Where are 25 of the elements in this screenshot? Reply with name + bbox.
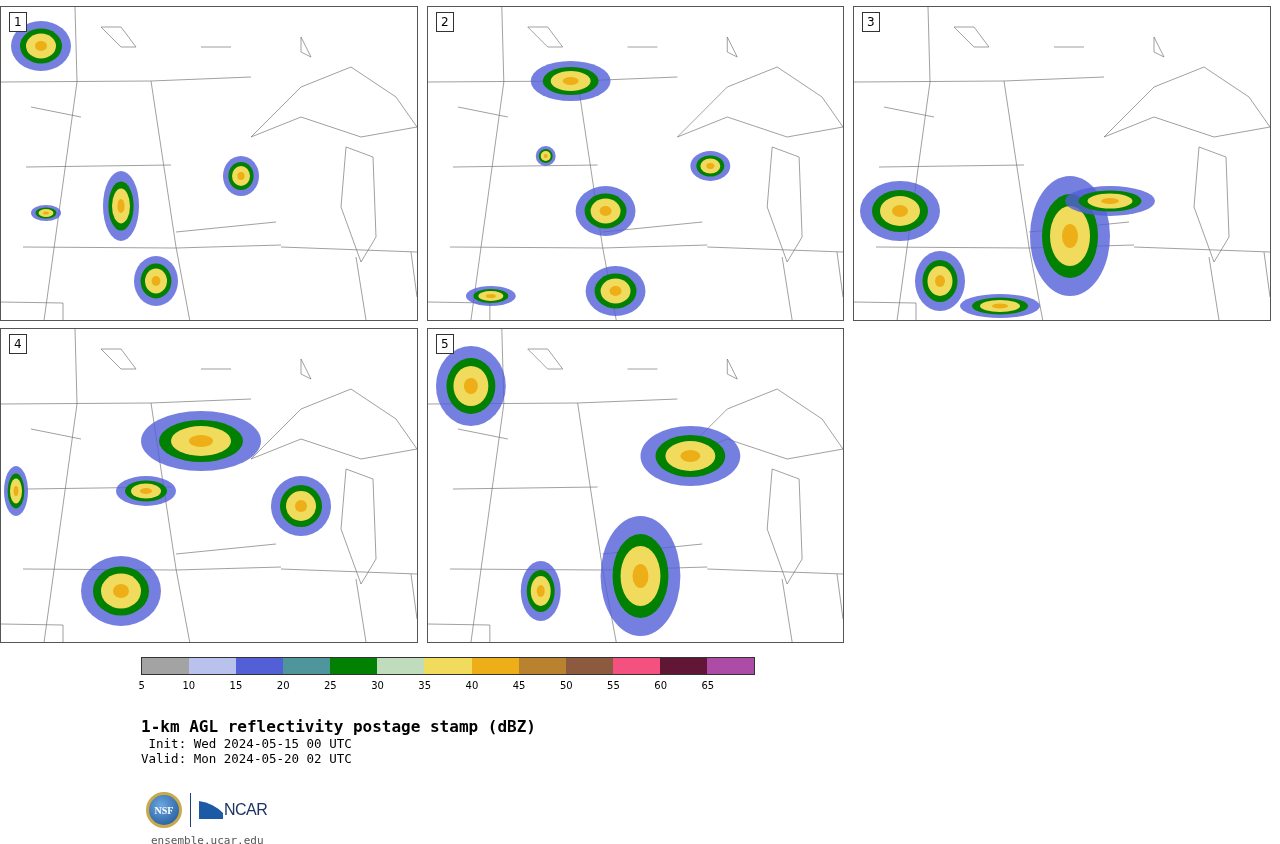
tick-label: 10	[181, 680, 197, 691]
panel-number: 2	[436, 12, 454, 32]
tick-label: 20	[275, 680, 291, 691]
tick-label: 50	[558, 680, 574, 691]
tick-label: 15	[228, 680, 244, 691]
tick-label: 65	[700, 680, 716, 691]
valid-time: Valid: Mon 2024-05-20 02 UTC	[141, 751, 353, 766]
swoosh-logo-icon	[199, 801, 223, 819]
panel-number: 4	[9, 334, 27, 354]
tick-label: 40	[464, 680, 480, 691]
init-time: Init: Wed 2024-05-15 00 UTC	[147, 736, 353, 751]
tick-label: 35	[417, 680, 433, 691]
panel-number: 3	[862, 12, 880, 32]
panel-number: 1	[9, 12, 27, 32]
logo-wordmark: NCAR	[224, 801, 268, 819]
tick-label: 5	[137, 680, 146, 691]
tick-label: 25	[322, 680, 338, 691]
tick-label: 45	[511, 680, 527, 691]
seal-logo: NSF	[146, 792, 182, 828]
chart-title: 1-km AGL reflectivity postage stamp (dBZ)	[141, 717, 537, 736]
tick-label: 55	[606, 680, 621, 691]
tick-label: 60	[653, 680, 668, 691]
tick-label: 30	[370, 680, 385, 691]
site-address: ensemble.ucar.edu	[151, 834, 265, 844]
panel-number: 5	[436, 334, 454, 354]
